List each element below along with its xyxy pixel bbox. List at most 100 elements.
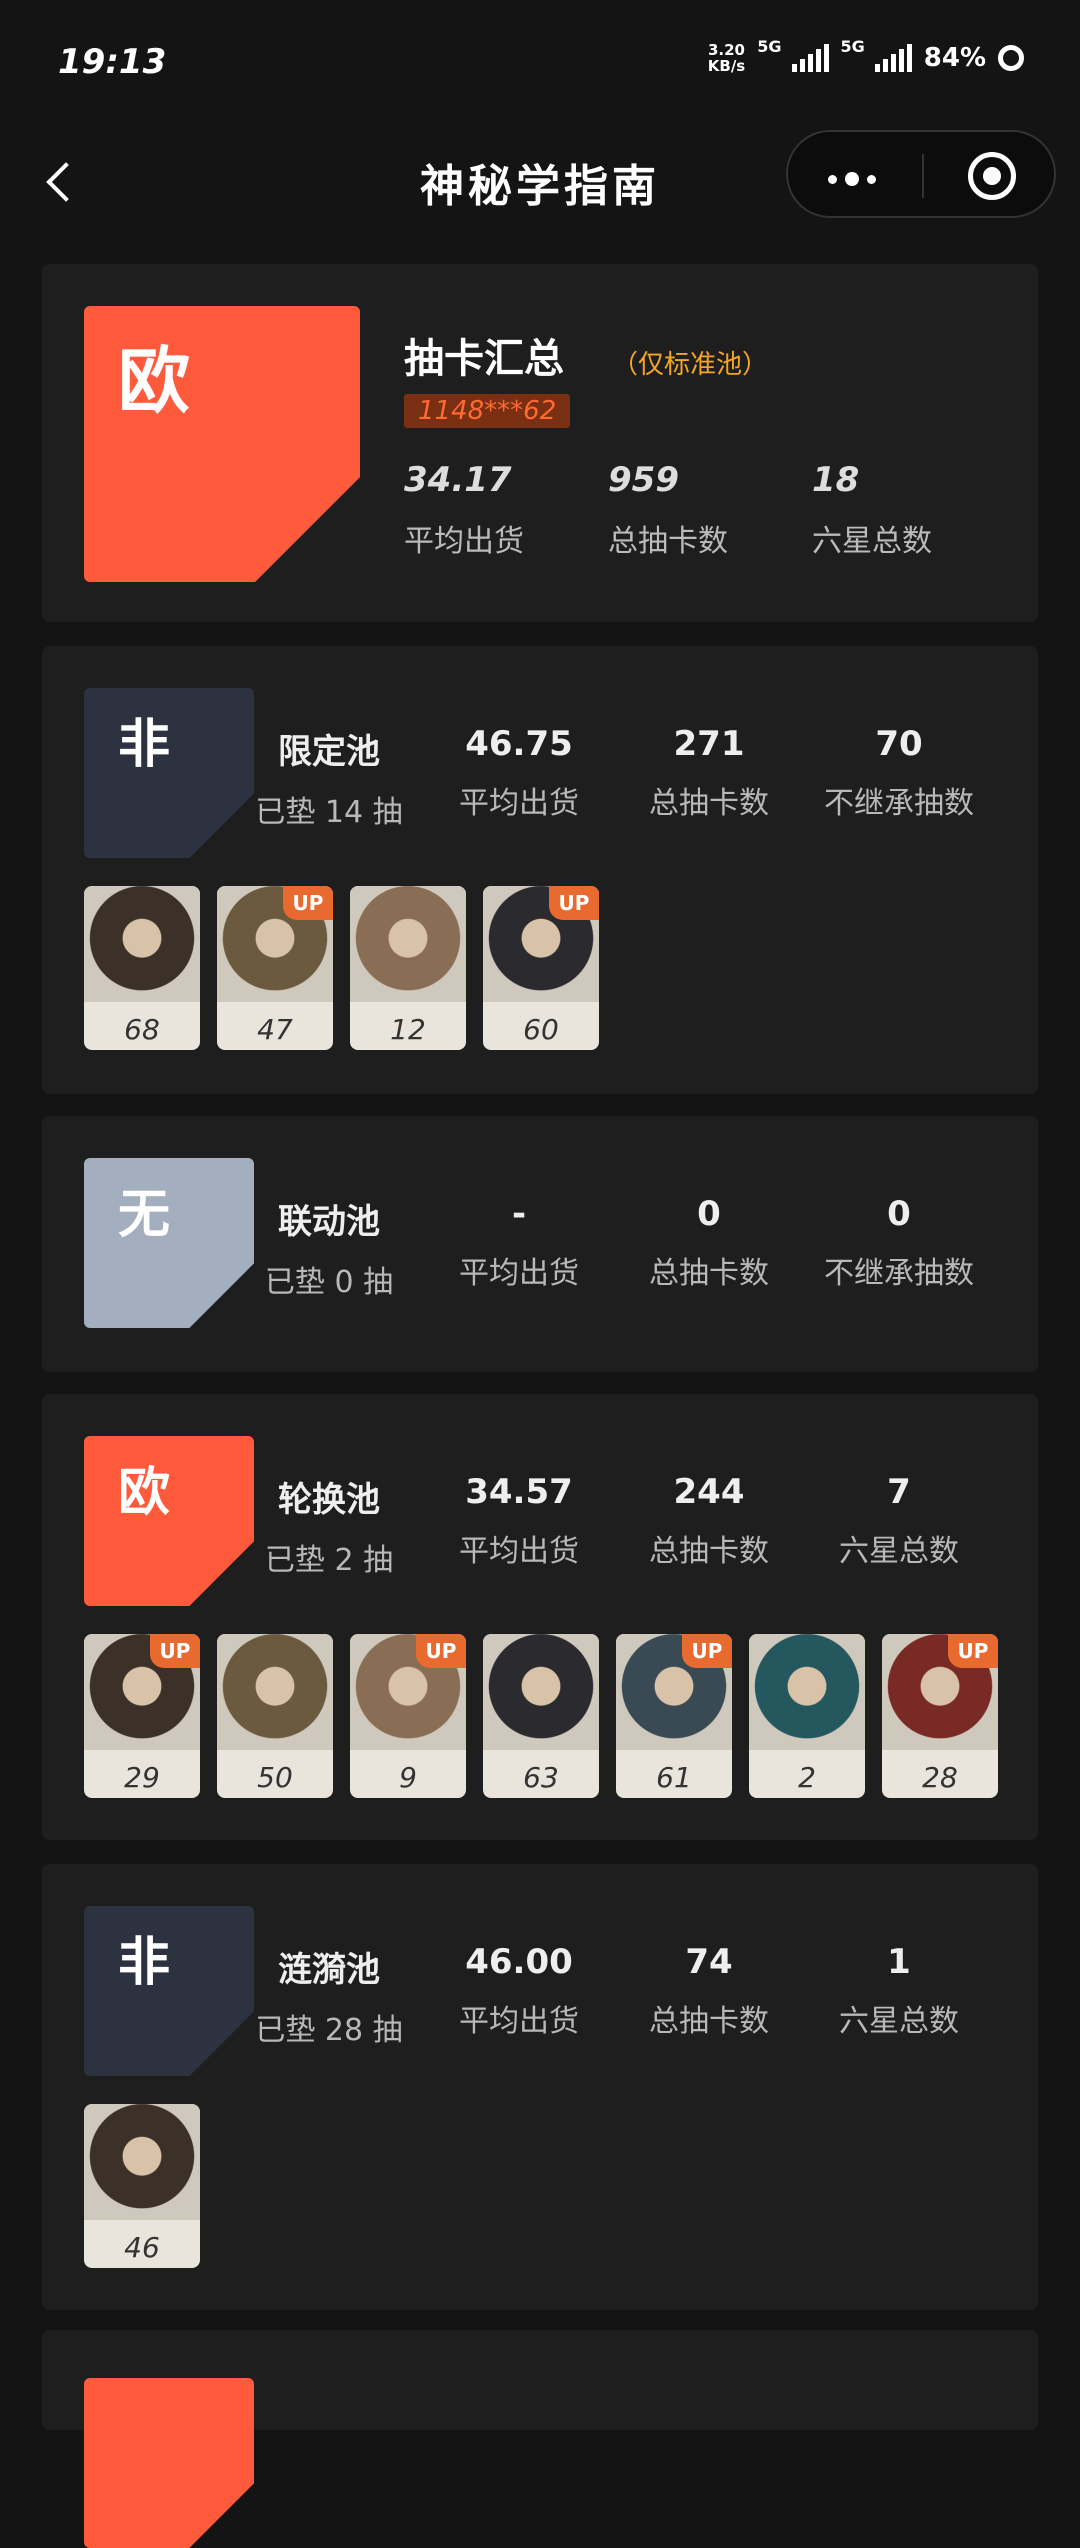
stat-total: 959 总抽卡数 <box>608 460 728 560</box>
stat-value: 联动池 <box>278 1202 380 1242</box>
more-icon[interactable] <box>828 172 876 186</box>
character-card[interactable]: UP 61 <box>616 1634 732 1798</box>
stat-value: 46.00 <box>465 1942 573 1982</box>
character-list: 68 UP 47 12 UP 60 <box>84 886 599 1050</box>
status-time: 19:13 <box>58 42 167 82</box>
stat-value: 271 <box>673 724 745 764</box>
character-card[interactable]: UP 60 <box>483 886 599 1050</box>
character-card[interactable]: UP 29 <box>84 1634 200 1798</box>
sim2-label: 5G <box>840 36 865 56</box>
mini-program-capsule <box>786 130 1056 218</box>
luck-badge-label: 非 <box>118 715 171 775</box>
character-card[interactable]: 2 <box>749 1634 865 1798</box>
luck-badge-label: 非 <box>118 1933 171 1993</box>
stat-value: 轮换池 <box>278 1480 380 1520</box>
stat-label: 已垫 0 抽 <box>264 1265 394 1300</box>
pool-stat: 7 六星总数 <box>814 1472 984 1570</box>
stat-label: 不继承抽数 <box>824 1256 974 1291</box>
character-card[interactable]: 46 <box>84 2104 200 2268</box>
character-card[interactable]: 12 <box>350 886 466 1050</box>
stat-label: 总抽卡数 <box>649 1256 769 1291</box>
stat-value: 46.75 <box>465 724 573 764</box>
character-card[interactable]: 68 <box>84 886 200 1050</box>
pool-stat: 0 总抽卡数 <box>624 1194 794 1292</box>
pool-stat: 0 不继承抽数 <box>814 1194 984 1292</box>
luck-badge: 非 <box>84 688 254 858</box>
pool-stat: 1 六星总数 <box>814 1942 984 2040</box>
sim1-label: 5G <box>757 36 782 56</box>
net-speed-unit: KB/s <box>707 57 746 75</box>
stat-label: 已垫 28 抽 <box>255 2013 403 2048</box>
stat-value: 18 <box>812 460 860 500</box>
stat-value: 34.17 <box>404 460 512 500</box>
stat-label: 六星总数 <box>839 1534 959 1569</box>
stat-label: 总抽卡数 <box>649 2004 769 2039</box>
pull-count: 2 <box>798 1761 816 1794</box>
stat-value: 70 <box>875 724 923 764</box>
stat-label: 总抽卡数 <box>649 1534 769 1569</box>
pool-stat: 70 不继承抽数 <box>814 724 984 822</box>
pull-count: 63 <box>523 1761 559 1794</box>
pool-card[interactable]: 非 限定池 已垫 14 抽 46.75 平均出货 271 总抽卡数 70 不继承抽数 68 UP 47… <box>42 646 1038 1094</box>
portrait-sunglasses-girl-icon <box>217 1634 333 1750</box>
stat-value: 7 <box>887 1472 911 1512</box>
character-list: UP 29 50 UP 9 63 UP 61 2 UP 28 <box>84 1634 998 1798</box>
close-mini-program-icon[interactable] <box>968 152 1016 200</box>
pool-stat: 34.57 平均出货 <box>434 1472 604 1570</box>
battery-text: 84% <box>923 43 986 73</box>
net-speed: 3.20 KB/s <box>708 42 745 74</box>
stat-label: 平均出货 <box>459 1256 579 1291</box>
stat-value: 0 <box>887 1194 911 1234</box>
portrait-hat-girl-icon <box>350 886 466 1002</box>
stat-label: 平均出货 <box>459 2004 579 2039</box>
stat-value: 0 <box>697 1194 721 1234</box>
portrait-dark-hair-man-icon <box>84 886 200 1002</box>
character-card[interactable]: UP 47 <box>217 886 333 1050</box>
up-badge: UP <box>948 1634 998 1668</box>
next-pool-card-partial <box>42 2330 1038 2548</box>
luck-badge-label: 欧 <box>118 1463 171 1523</box>
character-card[interactable]: 63 <box>483 1634 599 1798</box>
pool-name: 轮换池已垫 2 抽 <box>244 1472 414 1579</box>
pool-stat: 74 总抽卡数 <box>624 1942 794 2040</box>
luck-badge <box>84 2378 254 2548</box>
stat-label: 平均出货 <box>459 786 579 821</box>
nav-bar: 神秘学指南 <box>0 130 1080 240</box>
pool-stat: 244 总抽卡数 <box>624 1472 794 1570</box>
net-speed-value: 3.20 <box>707 41 745 59</box>
portrait-grey-hair-girl-icon <box>84 2104 200 2220</box>
stat-value: 959 <box>608 460 679 500</box>
stat-label: 不继承抽数 <box>824 786 974 821</box>
stat-value: - <box>511 1194 527 1234</box>
up-badge: UP <box>150 1634 200 1668</box>
stat-label: 已垫 2 抽 <box>264 1543 394 1578</box>
up-badge: UP <box>549 886 599 920</box>
status-bar: 19:13 3.20 KB/s 5G 5G 84% <box>0 0 1080 130</box>
portrait-teal-hair-woman-icon <box>749 1634 865 1750</box>
stat-label: 六星总数 <box>812 524 932 559</box>
stat-label: 总抽卡数 <box>649 786 769 821</box>
character-list: 46 <box>84 2104 200 2268</box>
pool-card[interactable]: 欧 轮换池 已垫 2 抽 34.57 平均出货 244 总抽卡数 7 六星总数 UP 29 50 UP 9… <box>42 1394 1038 1840</box>
luck-badge: 无 <box>84 1158 254 1328</box>
pull-count: 29 <box>124 1761 160 1794</box>
pull-count: 47 <box>257 1013 293 1046</box>
pool-card[interactable]: 无 联动池已垫 0 抽 - 平均出货 0 总抽卡数 0 不继承抽数 <box>42 1116 1038 1372</box>
character-card[interactable]: 50 <box>217 1634 333 1798</box>
pool-stat: 271 总抽卡数 <box>624 724 794 822</box>
pool-stat: - 平均出货 <box>434 1194 604 1292</box>
pool-name: 涟漪池 已垫 28 抽 <box>244 1942 414 2049</box>
pool-name: 限定池 已垫 14 抽 <box>244 724 414 831</box>
pull-count: 68 <box>124 1013 160 1046</box>
luck-badge: 欧 <box>84 306 360 582</box>
pool-card[interactable]: 非 涟漪池 已垫 28 抽 46.00 平均出货 74 总抽卡数 1 六星总数 46 <box>42 1864 1038 2310</box>
user-id: 1148***62 <box>404 394 571 428</box>
signal-icon <box>791 44 829 72</box>
stat-value: 1 <box>887 1942 911 1982</box>
character-card[interactable]: UP 9 <box>350 1634 466 1798</box>
character-card[interactable]: UP 28 <box>882 1634 998 1798</box>
pull-count: 12 <box>390 1013 426 1046</box>
pool-stat: 46.00 平均出货 <box>434 1942 604 2040</box>
status-icons: 3.20 KB/s 5G 5G 84% <box>708 37 1024 74</box>
portrait-hat-woman-icon <box>483 1634 599 1750</box>
